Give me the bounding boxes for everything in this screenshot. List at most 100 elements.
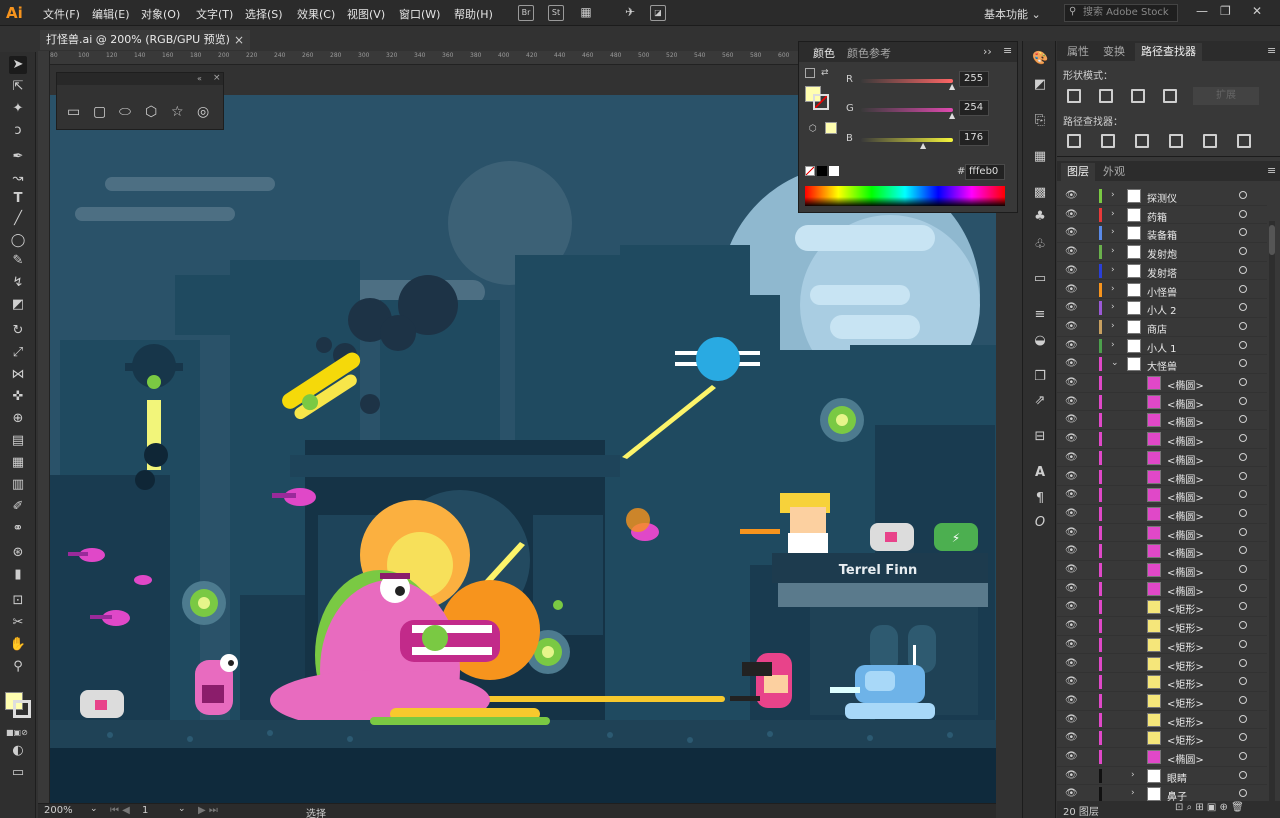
close-tab-icon[interactable]: × xyxy=(234,30,244,50)
screen-mode-icon[interactable]: ▭ xyxy=(9,764,27,782)
restore-icon[interactable]: ❐ xyxy=(1220,4,1231,18)
pathfinder-menu-icon[interactable]: ≡ xyxy=(1267,44,1276,57)
lasso-icon[interactable]: ↄ xyxy=(9,122,27,140)
visibility-eye-icon[interactable]: 👁 xyxy=(1065,340,1078,351)
opentype-icon[interactable]: O xyxy=(1032,515,1048,531)
merge-icon[interactable] xyxy=(1135,134,1149,148)
layer-row[interactable]: 👁 ⌄ 大怪兽 xyxy=(1057,355,1267,374)
layer-row[interactable]: 👁 › 发射炮 xyxy=(1057,243,1267,262)
target-icon[interactable] xyxy=(1239,340,1247,349)
stroke-panel-icon[interactable]: ≡ xyxy=(1032,307,1048,323)
layer-row[interactable]: 👁 › 装备箱 xyxy=(1057,224,1267,244)
none-color-icon[interactable] xyxy=(805,166,815,176)
layer-name[interactable]: <矩形> xyxy=(1167,714,1204,729)
type-tool-icon[interactable]: T xyxy=(9,190,27,208)
target-icon[interactable] xyxy=(1239,378,1247,386)
visibility-eye-icon[interactable]: 👁 xyxy=(1065,209,1078,220)
color-spectrum[interactable] xyxy=(805,186,1005,206)
visibility-eye-icon[interactable]: 👁 xyxy=(1065,284,1078,295)
layer-name[interactable]: 商店 xyxy=(1147,321,1167,336)
tab-properties[interactable]: 属性 xyxy=(1061,43,1095,61)
paintbrush-icon[interactable]: ✎ xyxy=(9,252,27,270)
brushes-icon[interactable]: ▩ xyxy=(1032,185,1048,201)
intersect-icon[interactable] xyxy=(1131,89,1145,103)
visibility-eye-icon[interactable]: 👁 xyxy=(1065,227,1078,238)
layer-name[interactable]: <矩形> xyxy=(1167,601,1204,616)
layer-row[interactable]: 👁 <椭圆> xyxy=(1057,430,1267,449)
layer-name[interactable]: 小人 1 xyxy=(1147,340,1177,355)
color-panel-icon[interactable]: 🎨 xyxy=(1032,51,1048,67)
layer-row[interactable]: 👁 › 小人 1 xyxy=(1057,337,1267,356)
star-tool-icon[interactable]: ☆ xyxy=(171,105,184,119)
visibility-eye-icon[interactable]: 👁 xyxy=(1065,770,1078,781)
mesh-tool-icon[interactable]: ▦ xyxy=(9,454,27,472)
layer-name[interactable]: 装备箱 xyxy=(1147,227,1177,242)
tab-appearance[interactable]: 外观 xyxy=(1097,163,1131,181)
flare-tool-icon[interactable]: ◎ xyxy=(197,105,209,119)
visibility-eye-icon[interactable]: 👁 xyxy=(1065,788,1078,799)
layer-name[interactable]: <矩形> xyxy=(1167,639,1204,654)
white-swatch[interactable] xyxy=(829,166,839,176)
menu-item[interactable]: 对象(O) xyxy=(141,6,180,22)
artboard-number[interactable]: 1 xyxy=(142,805,148,816)
layer-row[interactable]: 👁 <矩形> xyxy=(1057,692,1267,711)
visibility-eye-icon[interactable]: 👁 xyxy=(1065,377,1078,388)
menu-item[interactable]: 窗口(W) xyxy=(399,6,440,22)
red-slider-thumb[interactable]: ▲ xyxy=(949,82,955,91)
visibility-eye-icon[interactable]: 👁 xyxy=(1065,265,1078,276)
layer-row[interactable]: 👁 <椭圆> xyxy=(1057,524,1267,543)
visibility-eye-icon[interactable]: 👁 xyxy=(1065,564,1078,575)
layers-scrollbar[interactable] xyxy=(1269,221,1275,801)
menu-item[interactable]: 文字(T) xyxy=(196,6,233,22)
target-icon[interactable] xyxy=(1239,247,1247,256)
symbols-icon[interactable]: ♣ xyxy=(1032,209,1048,225)
tab-pathfinder[interactable]: 路径查找器 xyxy=(1135,43,1202,61)
target-icon[interactable] xyxy=(1239,602,1247,611)
draw-mode-icon[interactable]: ◐ xyxy=(9,742,27,760)
visibility-eye-icon[interactable]: 👁 xyxy=(1065,246,1078,257)
menu-item[interactable]: 视图(V) xyxy=(347,6,385,22)
gpu-preview-icon[interactable]: ◪ xyxy=(650,5,666,21)
visibility-eye-icon[interactable]: 👁 xyxy=(1065,751,1078,762)
outline-icon[interactable] xyxy=(1203,134,1217,148)
paragraph-icon[interactable]: ¶ xyxy=(1032,491,1048,507)
artboard-nav-last-icon[interactable]: ▶ ⏭ xyxy=(198,805,218,816)
expand-arrow-icon[interactable]: › xyxy=(1131,770,1135,780)
close-palette-icon[interactable]: × xyxy=(213,73,221,83)
out-of-gamut-icon[interactable]: ⬡ xyxy=(809,124,817,134)
layer-name[interactable]: <矩形> xyxy=(1167,732,1204,747)
perspective-grid-icon[interactable]: ▤ xyxy=(9,432,27,450)
target-icon[interactable] xyxy=(1239,303,1247,312)
target-icon[interactable] xyxy=(1239,733,1247,742)
bridge-icon[interactable]: Br xyxy=(518,5,534,21)
layer-row[interactable]: 👁 › 探测仪 xyxy=(1057,187,1267,206)
layer-row[interactable]: 👁 <矩形> xyxy=(1057,673,1267,692)
target-icon[interactable] xyxy=(1239,284,1247,293)
align-icon[interactable]: ⊟ xyxy=(1032,429,1048,445)
layer-row[interactable]: 👁 <矩形> xyxy=(1057,655,1267,674)
zoom-level[interactable]: 200% xyxy=(44,805,73,816)
tab-layers[interactable]: 图层 xyxy=(1061,163,1095,181)
layer-name[interactable]: 大怪兽 xyxy=(1147,358,1177,373)
target-icon[interactable] xyxy=(1239,359,1247,368)
pen-tool-icon[interactable]: ✒ xyxy=(9,148,27,166)
layer-name[interactable]: 小怪兽 xyxy=(1147,284,1177,299)
layer-name[interactable]: <椭圆> xyxy=(1167,377,1204,392)
target-icon[interactable] xyxy=(1239,434,1247,443)
layer-row[interactable]: 👁 <矩形> xyxy=(1057,617,1267,636)
crop-icon[interactable] xyxy=(1169,134,1183,148)
swap-colors-icon[interactable]: ⇄ xyxy=(821,68,829,78)
gpu-rocket-icon[interactable]: ✈ xyxy=(622,5,638,21)
workspace-switcher[interactable]: 基本功能 ⌄ xyxy=(984,6,1041,22)
layer-name[interactable]: <椭圆> xyxy=(1167,508,1204,523)
layer-row[interactable]: 👁 <椭圆> xyxy=(1057,561,1267,580)
stroke-swatch[interactable] xyxy=(13,700,31,718)
layer-name[interactable]: <椭圆> xyxy=(1167,396,1204,411)
shaper-tool-icon[interactable]: ↯ xyxy=(9,274,27,292)
visibility-eye-icon[interactable]: 👁 xyxy=(1065,302,1078,313)
menu-item[interactable]: 文件(F) xyxy=(43,6,80,22)
layer-row[interactable]: 👁 › 药箱 xyxy=(1057,206,1267,225)
expand-arrow-icon[interactable]: › xyxy=(1111,246,1115,256)
ellipse-tool-icon[interactable]: ◯ xyxy=(9,232,27,250)
layer-row[interactable]: 👁 <椭圆> xyxy=(1057,393,1267,412)
